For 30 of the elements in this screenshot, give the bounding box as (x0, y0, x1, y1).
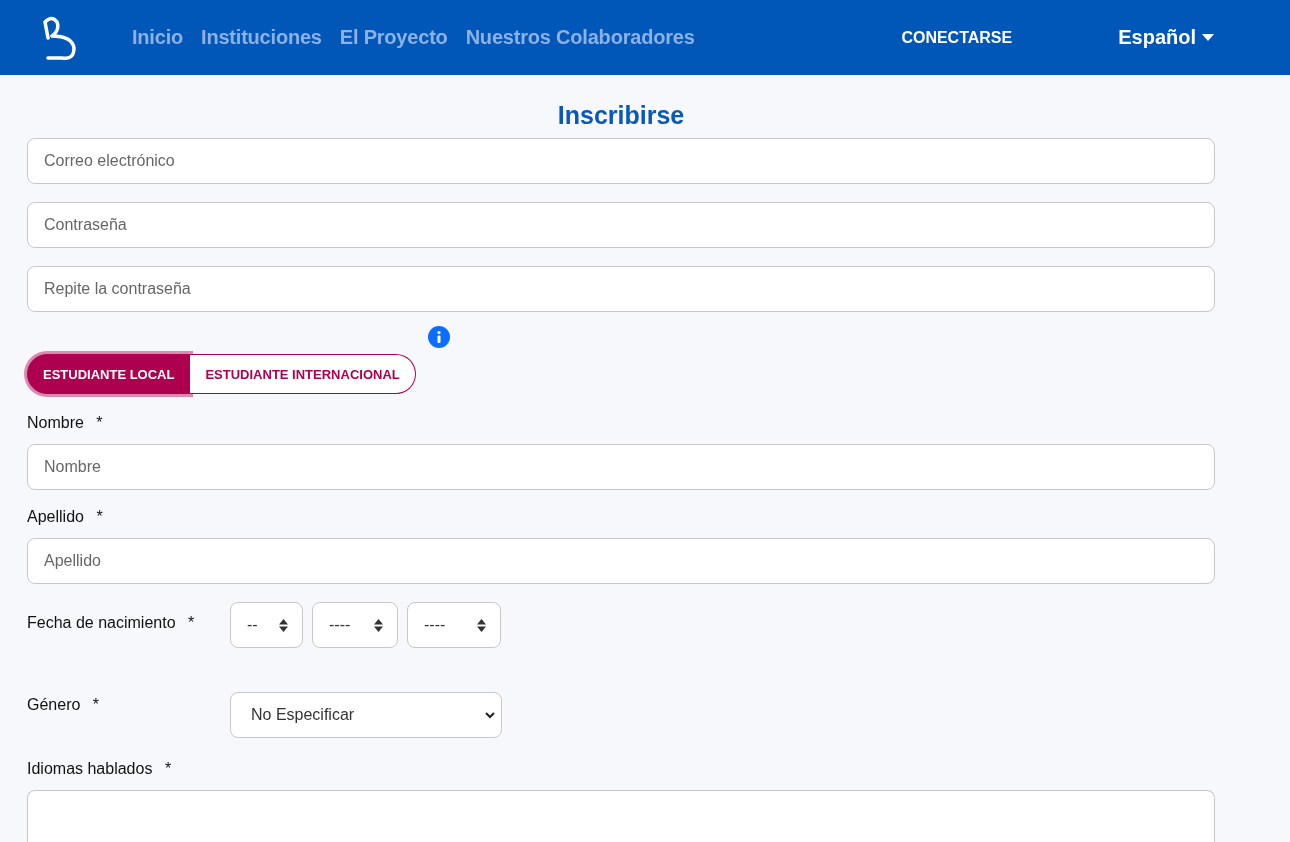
required-mark: * (92, 696, 100, 713)
sort-arrows-icon (374, 618, 383, 632)
student-type-tab[interactable]: ESTUDIANTE INTERNACIONAL (190, 354, 416, 394)
gender-select[interactable]: No Especificar (230, 692, 502, 738)
language-dropdown[interactable]: Español (1118, 26, 1214, 49)
required-mark: * (188, 614, 195, 631)
input-field[interactable]: Nombre (27, 444, 1215, 490)
chevron-down-icon (485, 711, 495, 719)
required-mark: * (164, 760, 172, 777)
field-label: Idiomas hablados (27, 760, 153, 777)
info-icon[interactable] (428, 326, 450, 348)
field-label: Género (27, 696, 81, 713)
input-field[interactable]: Contraseña (27, 202, 1215, 248)
field-label: Apellido (27, 508, 84, 525)
sort-arrows-icon (477, 618, 486, 632)
required-mark: * (96, 508, 103, 525)
login-link[interactable]: CONECTARSE (901, 28, 1013, 47)
input-field[interactable]: Repite la contraseña (27, 266, 1215, 312)
input-field[interactable]: Correo electrónico (27, 138, 1215, 184)
input-field[interactable]: Apellido (27, 538, 1215, 584)
required-mark: * (96, 414, 103, 431)
date-select[interactable]: ---- (312, 602, 398, 648)
field-label: Nombre (27, 414, 84, 431)
page-title: Inscribirse (556, 101, 686, 130)
date-select[interactable]: ---- (407, 602, 501, 648)
student-type-tab[interactable]: ESTUDIANTE LOCAL (27, 354, 191, 394)
field-label: Fecha de nacimiento (27, 614, 176, 631)
caret-icon (1202, 33, 1214, 42)
sort-arrows-icon (279, 618, 288, 632)
date-select[interactable]: -- (230, 602, 303, 648)
